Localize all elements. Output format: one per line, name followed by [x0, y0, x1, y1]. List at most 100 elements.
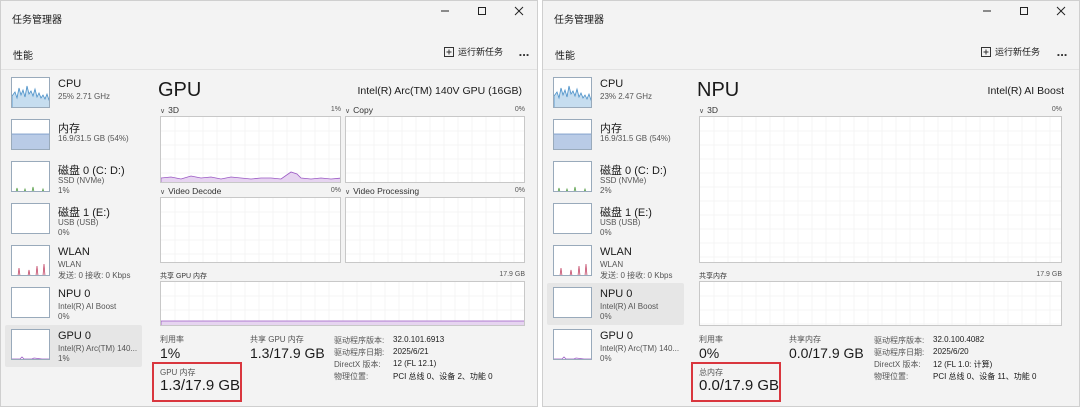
detail-value: PCI 总线 0、设备 11、功能 0 [933, 372, 1037, 381]
page-header: 性能 运行新任务 ... [543, 33, 1079, 69]
sidebar-item-cpu[interactable]: CPU 23% 2.47 GHz [547, 73, 684, 115]
sidebar-item-detail: WLAN [58, 260, 82, 269]
chevron-down-icon: ∨ [345, 189, 351, 196]
detail-key: 驱动程序版本: [874, 336, 925, 345]
shared-memory-value: 0.0/17.9 GB [789, 345, 864, 361]
sidebar-item-wlan[interactable]: WLAN WLAN 发送: 0 接收: 0 Kbps [547, 241, 684, 283]
sidebar-item-memory[interactable]: 内存 16.9/31.5 GB (54%) [547, 115, 684, 157]
sidebar-item-name: CPU [58, 78, 82, 90]
sidebar-item-name: GPU 0 [600, 330, 634, 342]
run-task-icon [444, 46, 454, 57]
detail-key: 驱动程序日期: [334, 348, 385, 357]
sidebar-item-wlan[interactable]: WLAN WLAN 发送: 0 接收: 0 Kbps [5, 241, 142, 283]
resource-title: GPU [158, 79, 202, 101]
shared-memory-graph [160, 281, 525, 326]
shared-memory-graph-label: 共享 GPU 内存 [160, 273, 208, 280]
sidebar-item-name: WLAN [600, 246, 632, 258]
sidebar-thumbnail [11, 329, 50, 360]
page-title: 性能 [555, 51, 575, 62]
sidebar-item-disk-0[interactable]: 磁盘 0 (C: D:) SSD (NVMe) 2% [547, 157, 684, 199]
sidebar-item-gpu-0[interactable]: GPU 0 Intel(R) Arc(TM) 140... 1% [5, 325, 142, 367]
sidebar-thumbnail [553, 287, 592, 318]
close-icon[interactable] [500, 1, 537, 21]
shared-memory-label: 共享 GPU 内存 [250, 335, 304, 344]
sidebar-item-name: CPU [600, 78, 624, 90]
run-new-task-label: 运行新任务 [995, 47, 1041, 57]
sidebar-thumbnail [11, 77, 50, 108]
run-task-icon [981, 46, 991, 57]
detail-key: 物理位置: [334, 372, 369, 381]
graph-label-video-processing[interactable]: ∨ Video Processing [345, 186, 419, 196]
sidebar-item-disk-0[interactable]: 磁盘 0 (C: D:) SSD (NVMe) 1% [5, 157, 142, 199]
chevron-down-icon: ∨ [160, 189, 166, 196]
performance-sidebar: CPU 23% 2.47 GHz 内存 16.9/31.5 GB (54%) 磁盘 0 … [547, 73, 684, 367]
sidebar-item-disk-1[interactable]: 磁盘 1 (E:) USB (USB) 0% [5, 199, 142, 241]
sidebar-item-npu-0[interactable]: NPU 0 Intel(R) AI Boost 0% [547, 283, 684, 325]
more-icon[interactable]: ... [1051, 41, 1073, 61]
sidebar-item-value: 1% [58, 186, 70, 195]
sidebar-item-npu-0[interactable]: NPU 0 Intel(R) AI Boost 0% [5, 283, 142, 325]
graph-label-copy[interactable]: ∨ Copy [345, 105, 373, 115]
sidebar-thumbnail [11, 245, 50, 276]
sidebar-thumbnail [553, 245, 592, 276]
shared-memory-graph-max: 17.9 GB [499, 271, 525, 278]
detail-key: 物理位置: [874, 372, 909, 381]
utilization-value: 1% [160, 345, 181, 361]
detail-value: 12 (FL 12.1) [393, 359, 437, 368]
detail-value: 2025/6/21 [393, 347, 429, 356]
chevron-down-icon: ∨ [345, 108, 351, 115]
sidebar-item-detail: Intel(R) Arc(TM) 140... [600, 344, 680, 353]
page-header: 性能 运行新任务 ... [1, 33, 537, 69]
sidebar-item-gpu-0[interactable]: GPU 0 Intel(R) Arc(TM) 140... 0% [547, 325, 684, 367]
graph-pct-3d: 1% [330, 106, 341, 113]
page-title: 性能 [13, 51, 33, 62]
sidebar-item-value: 0% [58, 228, 70, 237]
sidebar-item-value: 发送: 0 接收: 0 Kbps [58, 271, 131, 280]
graph-3d [699, 116, 1062, 263]
sidebar-item-name: NPU 0 [600, 288, 633, 300]
sidebar-item-value: 0% [58, 312, 70, 321]
window-controls [968, 1, 1079, 21]
graph-pct-video-decode: 0% [330, 187, 341, 194]
title-bar: 任务管理器 [543, 1, 1079, 33]
sidebar-item-detail: 16.9/31.5 GB (54%) [58, 134, 129, 143]
close-icon[interactable] [1042, 1, 1079, 21]
minimize-icon[interactable] [426, 1, 463, 21]
sidebar-thumbnail [11, 119, 50, 150]
shared-memory-graph-label: 共享内存 [699, 273, 727, 280]
minimize-icon[interactable] [968, 1, 1005, 21]
performance-sidebar: CPU 25% 2.71 GHz 内存 16.9/31.5 GB (54%) 磁盘 0 … [5, 73, 142, 367]
sidebar-item-memory[interactable]: 内存 16.9/31.5 GB (54%) [5, 115, 142, 157]
sidebar-item-detail: 23% 2.47 GHz [600, 92, 653, 101]
sidebar-item-cpu[interactable]: CPU 25% 2.71 GHz [5, 73, 142, 115]
sidebar-item-detail: 25% 2.71 GHz [58, 92, 111, 101]
sidebar-item-detail: SSD (NVMe) [58, 176, 105, 185]
shared-memory-graph-max: 17.9 GB [1036, 271, 1062, 278]
run-new-task-button[interactable]: 运行新任务 [444, 45, 503, 58]
detail-key: 驱动程序日期: [874, 348, 925, 357]
more-icon[interactable]: ... [513, 41, 535, 61]
highlight-box [691, 362, 781, 402]
resource-title: NPU [697, 79, 740, 101]
sidebar-item-disk-1[interactable]: 磁盘 1 (E:) USB (USB) 0% [547, 199, 684, 241]
detail-value: 32.0.101.6913 [393, 335, 445, 344]
graph-label-video-decode[interactable]: ∨ Video Decode [160, 186, 221, 196]
maximize-icon[interactable] [463, 1, 500, 21]
graph-label-3d[interactable]: ∨ 3D [699, 105, 718, 115]
graph-label-3d[interactable]: ∨ 3D [160, 105, 179, 115]
run-new-task-button[interactable]: 运行新任务 [981, 45, 1040, 58]
chevron-down-icon: ∨ [160, 108, 166, 115]
window-title: 任务管理器 [554, 15, 604, 26]
graph-pct-copy: 0% [514, 106, 525, 113]
sidebar-item-detail: Intel(R) AI Boost [600, 302, 659, 311]
detail-key: 驱动程序版本: [334, 336, 385, 345]
sidebar-item-detail: USB (USB) [58, 218, 99, 227]
device-name: Intel(R) AI Boost [987, 85, 1064, 97]
sidebar-item-name: WLAN [58, 246, 90, 258]
maximize-icon[interactable] [1005, 1, 1042, 21]
device-name: Intel(R) Arc(TM) 140V GPU (16GB) [357, 85, 522, 97]
detail-value: 12 (FL 1.0: 计算) [933, 360, 993, 369]
sidebar-thumbnail [553, 329, 592, 360]
detail-value: PCI 总线 0、设备 2、功能 0 [393, 372, 493, 381]
sidebar-item-value: 发送: 0 接收: 0 Kbps [600, 271, 673, 280]
